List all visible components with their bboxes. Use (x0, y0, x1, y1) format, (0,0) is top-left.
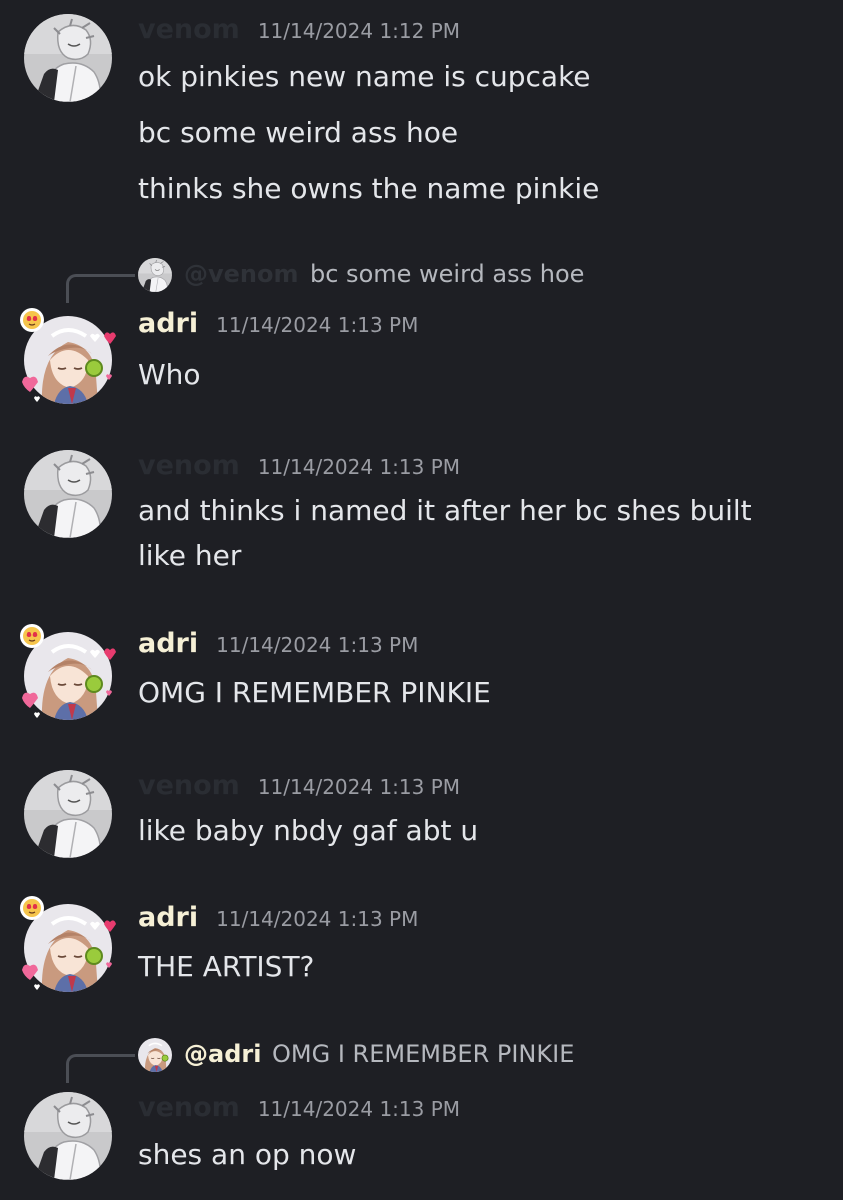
username[interactable]: adri (138, 308, 198, 339)
message-text: Who (138, 358, 201, 391)
reply-mention[interactable]: @adri (184, 1040, 261, 1068)
avatar-adri-icon[interactable] (24, 904, 112, 992)
message-header: venom 11/14/2024 1:13 PM (138, 450, 460, 490)
message-header: adri 11/14/2024 1:13 PM (138, 628, 418, 668)
avatar-venom-icon[interactable] (24, 1092, 112, 1180)
reply-preview[interactable]: @adri OMG I REMEMBER PINKIE (66, 1038, 766, 1083)
message-text: ok pinkies new name is cupcake (138, 60, 591, 93)
message-header: venom 11/14/2024 1:13 PM (138, 1092, 460, 1132)
username[interactable]: venom (138, 1092, 240, 1123)
username[interactable]: adri (138, 902, 198, 933)
timestamp: 11/14/2024 1:13 PM (216, 907, 419, 931)
reply-spine (66, 1054, 135, 1083)
timestamp: 11/14/2024 1:13 PM (257, 775, 461, 799)
message-text: OMG I REMEMBER PINKIE (138, 676, 491, 709)
username[interactable]: adri (138, 628, 198, 659)
message-text: like her (138, 539, 242, 572)
timestamp: 11/14/2024 1:13 PM (257, 455, 461, 479)
timestamp: 11/14/2024 1:13 PM (257, 1097, 461, 1121)
username[interactable]: venom (138, 450, 240, 481)
avatar-venom-icon[interactable] (24, 450, 112, 538)
reply-avatar-venom-icon (138, 258, 172, 292)
reply-text: bc some weird ass hoe (310, 260, 585, 288)
message-header: adri 11/14/2024 1:13 PM (138, 902, 418, 942)
message-header: venom 11/14/2024 1:13 PM (138, 770, 460, 810)
username[interactable]: venom (138, 770, 240, 801)
timestamp: 11/14/2024 1:13 PM (216, 313, 419, 337)
message-header: adri 11/14/2024 1:13 PM (138, 308, 418, 348)
reply-text: OMG I REMEMBER PINKIE (272, 1040, 575, 1068)
avatar-venom-icon[interactable] (24, 770, 112, 858)
timestamp: 11/14/2024 1:12 PM (257, 19, 461, 43)
chat-log: venom 11/14/2024 1:12 PM ok pinkies new … (0, 0, 843, 1200)
message-text: like baby nbdy gaf abt u (138, 814, 479, 847)
username[interactable]: venom (138, 14, 240, 45)
avatar-adri-icon[interactable] (24, 632, 112, 720)
reply-mention[interactable]: @venom (184, 260, 299, 288)
message-text: thinks she owns the name pinkie (138, 172, 600, 205)
avatar-venom-icon[interactable] (24, 14, 112, 102)
reply-avatar-adri-icon (138, 1038, 172, 1072)
reply-spine (66, 274, 135, 303)
message-text: and thinks i named it after her bc shes … (138, 494, 752, 527)
message-header: venom 11/14/2024 1:12 PM (138, 14, 460, 54)
message-text: shes an op now (138, 1138, 357, 1171)
message-text: THE ARTIST? (138, 950, 315, 983)
avatar-adri-icon[interactable] (24, 316, 112, 404)
timestamp: 11/14/2024 1:13 PM (216, 633, 419, 657)
message-text: bc some weird ass hoe (138, 116, 459, 149)
reply-preview[interactable]: @venom bc some weird ass hoe (66, 258, 766, 303)
